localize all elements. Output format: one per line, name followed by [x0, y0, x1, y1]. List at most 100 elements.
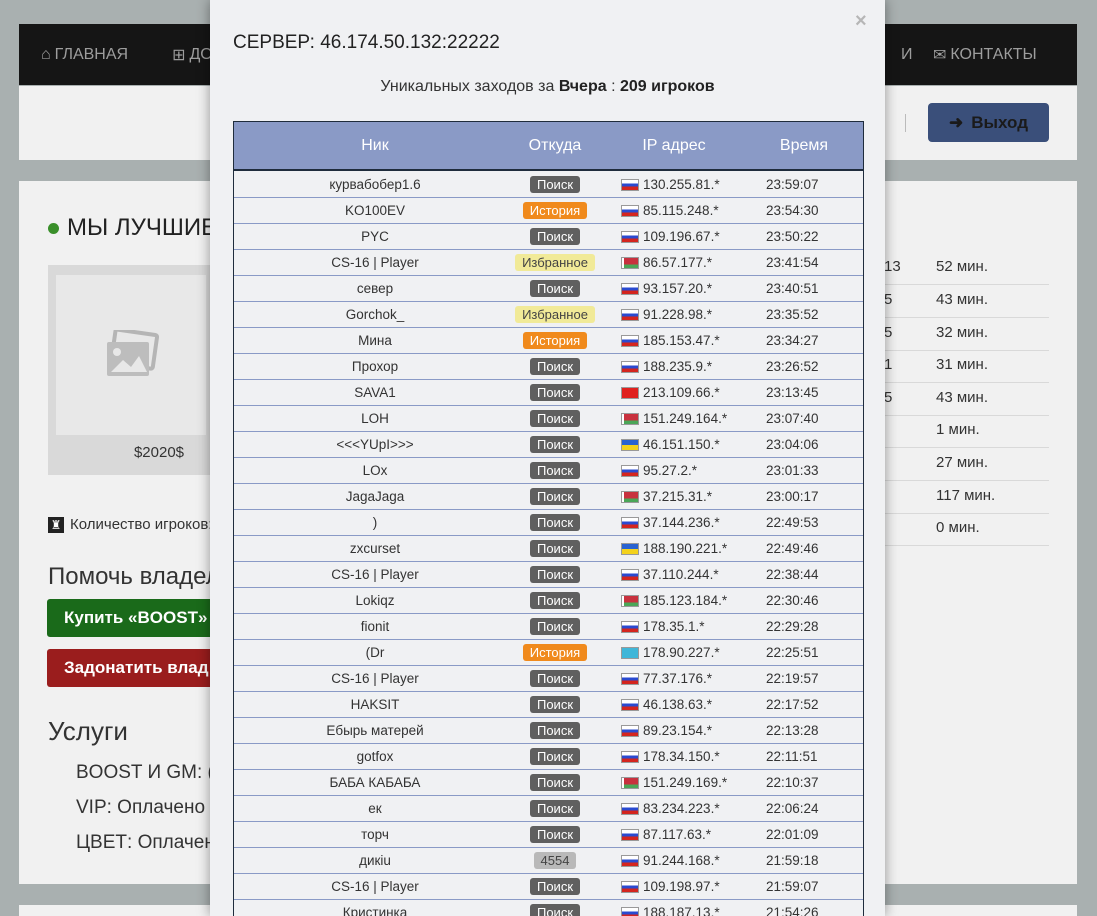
- table-row: ) Поиск 37.144.236.* 22:49:53: [234, 510, 863, 536]
- ip-cell: 37.110.244.*: [594, 567, 754, 582]
- ip-address: 109.196.67.*: [643, 229, 720, 244]
- stats-col-b: 32 мин.: [936, 324, 988, 341]
- visit-time: 22:13:28: [766, 723, 819, 738]
- source-badge: Поиск: [529, 280, 581, 297]
- server-title: МЫ ЛУЧШИЕ: [48, 214, 217, 242]
- stats-row: 1 мин.: [884, 415, 1049, 448]
- source-badge: Поиск: [529, 722, 581, 739]
- stats-col-a: [884, 513, 908, 545]
- ip-address: 86.57.177.*: [643, 255, 713, 270]
- visits-table: Ник Откуда IP адрес Время курвабобер1.6 П…: [233, 121, 864, 916]
- source-badge: Поиск: [529, 358, 581, 375]
- stats-col-a: [884, 415, 908, 447]
- close-icon[interactable]: ×: [855, 10, 867, 33]
- table-row: Ебырь матерей Поиск 89.23.154.* 22:13:28: [234, 718, 863, 744]
- ip-cell: 178.35.1.*: [594, 619, 754, 634]
- ip-cell: 91.244.168.*: [594, 853, 754, 868]
- help-owner-title: Помочь владел: [48, 563, 220, 590]
- ip-address: 46.151.150.*: [643, 437, 720, 452]
- source-cell: 4554: [516, 852, 594, 869]
- ip-address: 130.255.81.*: [643, 177, 720, 192]
- player-nick: север: [356, 281, 394, 296]
- source-badge: Поиск: [529, 696, 581, 713]
- source-badge: Поиск: [529, 566, 581, 583]
- stats-col-a: 5: [884, 324, 893, 341]
- country-flag-icon: [621, 776, 639, 789]
- country-flag-icon: [621, 880, 639, 893]
- ip-cell: 37.144.236.*: [594, 515, 754, 530]
- visit-time: 23:41:54: [766, 255, 819, 270]
- player-nick: Ебырь матерей: [326, 723, 424, 738]
- ip-cell: 188.190.221.*: [594, 541, 754, 556]
- source-cell: Поиск: [516, 514, 594, 531]
- source-cell: Поиск: [516, 176, 594, 193]
- source-cell: Поиск: [516, 410, 594, 427]
- source-badge: История: [522, 202, 588, 219]
- ip-cell: 109.198.97.*: [594, 879, 754, 894]
- logout-button[interactable]: ➜ Выход: [928, 103, 1049, 142]
- buy-boost-button[interactable]: Купить «BOOST»: [47, 599, 217, 637]
- table-row: торч Поиск 87.117.63.* 22:01:09: [234, 822, 863, 848]
- visit-time: 23:26:52: [766, 359, 819, 374]
- ip-address: 188.187.13.*: [643, 905, 720, 916]
- ip-cell: 91.228.98.*: [594, 307, 754, 322]
- home-icon: ⌂: [41, 45, 51, 63]
- nav-home[interactable]: ⌂ ГЛАВНАЯ: [19, 46, 150, 64]
- country-flag-icon: [621, 698, 639, 711]
- source-badge: Поиск: [529, 826, 581, 843]
- source-badge: Поиск: [529, 878, 581, 895]
- unique-visits-summary: Уникальных заходов за Вчера : 209 игроко…: [210, 78, 885, 96]
- visit-time: 22:49:53: [766, 515, 819, 530]
- stats-row: 27 мин.: [884, 448, 1049, 481]
- source-badge: Поиск: [529, 176, 581, 193]
- ip-cell: 85.115.248.*: [594, 203, 754, 218]
- ip-cell: 109.196.67.*: [594, 229, 754, 244]
- nav-contacts[interactable]: ✉ КОНТАКТЫ: [911, 45, 1059, 65]
- player-nick: LOH: [361, 411, 389, 426]
- country-flag-icon: [621, 386, 639, 399]
- table-row: JagaJaga Поиск 37.215.31.* 23:00:17: [234, 484, 863, 510]
- source-cell: Поиск: [516, 488, 594, 505]
- divider: [905, 114, 906, 132]
- ip-address: 87.117.63.*: [643, 827, 712, 842]
- visit-time: 23:54:30: [766, 203, 819, 218]
- stats-row: 0 мин.: [884, 513, 1049, 546]
- logout-label: Выход: [971, 112, 1029, 132]
- player-nick: БАБА КАБАБА: [329, 775, 421, 790]
- nav-contacts-label: КОНТАКТЫ: [950, 45, 1037, 63]
- donate-button[interactable]: Задонатить влад: [47, 649, 217, 687]
- ip-address: 95.27.2.*: [643, 463, 698, 478]
- ip-cell: 87.117.63.*: [594, 827, 754, 842]
- player-nick: CS-16 | Player: [331, 255, 419, 270]
- ip-address: 185.153.47.*: [643, 333, 720, 348]
- country-flag-icon: [621, 594, 639, 607]
- stats-col-a: [884, 448, 908, 480]
- country-flag-icon: [621, 334, 639, 347]
- ip-address: 77.37.176.*: [643, 671, 713, 686]
- player-nick: KO100EV: [344, 203, 406, 218]
- source-badge: Поиск: [529, 514, 581, 531]
- ip-address: 89.23.154.*: [643, 723, 713, 738]
- source-cell: Поиск: [516, 228, 594, 245]
- ip-cell: 151.249.169.*: [594, 775, 754, 790]
- table-row: дикiu 4554 91.244.168.* 21:59:18: [234, 848, 863, 874]
- visit-time: 22:25:51: [766, 645, 819, 660]
- player-nick: Lokiqz: [355, 593, 395, 608]
- ip-cell: 77.37.176.*: [594, 671, 754, 686]
- player-nick: CS-16 | Player: [331, 567, 419, 582]
- table-row: zxcurset Поиск 188.190.221.* 22:49:46: [234, 536, 863, 562]
- source-badge: 4554: [533, 852, 577, 869]
- ip-address: 188.190.221.*: [643, 541, 728, 556]
- visit-time: 23:34:27: [766, 333, 819, 348]
- source-cell: Поиск: [516, 800, 594, 817]
- table-row: <<<YUpI>>> Поиск 46.151.150.* 23:04:06: [234, 432, 863, 458]
- source-cell: Поиск: [516, 670, 594, 687]
- stats-row: 13 52 мин.: [884, 252, 1049, 285]
- source-badge: История: [522, 332, 588, 349]
- visit-time: 21:59:18: [766, 853, 819, 868]
- source-cell: Избранное: [515, 306, 595, 323]
- ip-cell: 93.157.20.*: [594, 281, 754, 296]
- ip-cell: 46.138.63.*: [594, 697, 754, 712]
- player-nick: курвабобер1.6: [329, 177, 421, 192]
- visit-time: 23:07:40: [766, 411, 819, 426]
